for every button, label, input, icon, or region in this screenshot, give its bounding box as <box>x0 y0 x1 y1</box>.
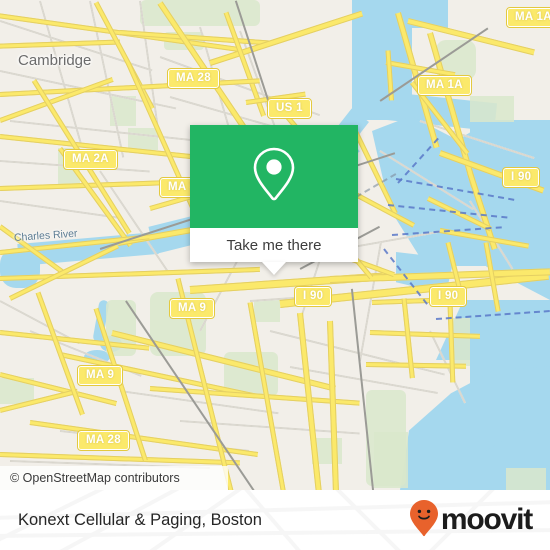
road-shield-ma9-upper[interactable]: MA 9 <box>168 298 216 319</box>
map-attribution: © OpenStreetMap contributors <box>0 466 228 490</box>
road-shield-ma28-north[interactable]: MA 28 <box>167 68 220 89</box>
road-shield-ma2a[interactable]: MA 2A <box>63 149 118 170</box>
moovit-logo[interactable]: moovit <box>409 499 533 542</box>
moovit-smiley-pin-icon <box>409 499 439 542</box>
attribution-text: © OpenStreetMap contributors <box>10 471 180 485</box>
road-shield-ma1a-left[interactable]: MA 1A <box>417 75 472 96</box>
popup-tail-pointer <box>262 262 286 275</box>
road-shield-i90-right[interactable]: I 90 <box>501 167 541 188</box>
road-shield-i90-east[interactable]: I 90 <box>428 286 468 307</box>
road-shield-us1[interactable]: US 1 <box>267 98 312 119</box>
moovit-map-page: Charles River Cambridge MA 28 US 1 MA 1A… <box>0 0 550 550</box>
location-popup-card[interactable]: Take me there <box>190 125 358 275</box>
road-shield-i90-center[interactable]: I 90 <box>293 286 333 307</box>
moovit-wordmark: moovit <box>440 503 533 536</box>
map-place-label-cambridge: Cambridge <box>18 52 92 69</box>
road-shield-ma9-lower[interactable]: MA 9 <box>76 365 124 386</box>
popup-header <box>190 125 358 228</box>
place-title: Konext Cellular & Paging, Boston <box>18 510 262 529</box>
take-me-there-label: Take me there <box>226 236 322 254</box>
take-me-there-button[interactable]: Take me there <box>190 228 358 262</box>
road-shield-ma1a-corner[interactable]: MA 1A <box>506 7 550 28</box>
location-pin-icon <box>251 146 297 207</box>
road-shield-ma28-south[interactable]: MA 28 <box>77 430 130 451</box>
footer-bar: Konext Cellular & Paging, Boston moovit <box>0 490 550 550</box>
map-canvas[interactable]: Charles River Cambridge MA 28 US 1 MA 1A… <box>0 0 550 490</box>
